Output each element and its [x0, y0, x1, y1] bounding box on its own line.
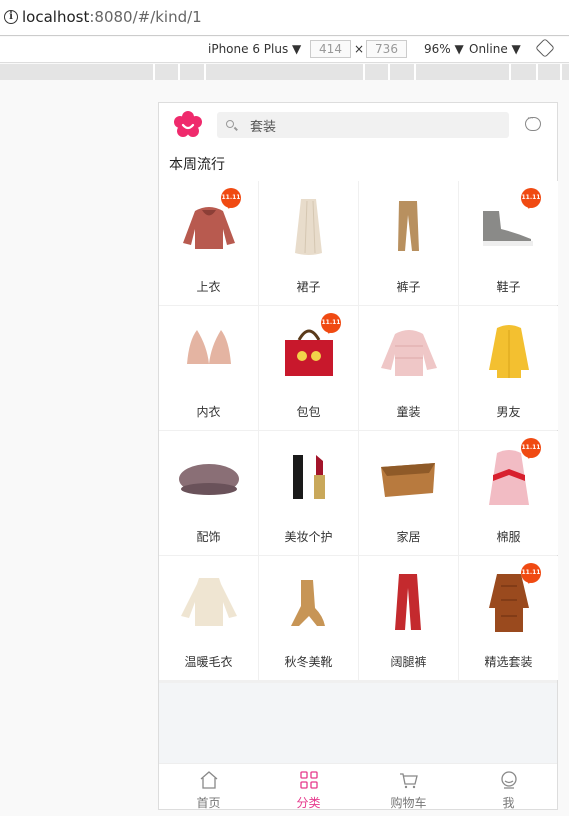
category-item[interactable]: 裙子 — [259, 181, 358, 305]
category-item[interactable]: 秋冬美靴 — [259, 556, 358, 680]
profile-icon — [501, 771, 517, 789]
home-icon — [200, 771, 218, 789]
category-label: 家居 — [396, 530, 421, 544]
bottom-tab-bar: 首页 分类 购物车 我 — [159, 763, 558, 810]
empty-area — [159, 683, 557, 763]
category-label: 阔腿裤 — [390, 655, 427, 669]
tab-cart[interactable]: 购物车 — [359, 764, 458, 810]
category-item[interactable]: 裤子 — [359, 181, 458, 305]
media-query-ruler[interactable] — [0, 64, 569, 80]
height-field[interactable]: 736 — [366, 40, 407, 58]
hoodie-image — [183, 207, 235, 249]
cart-icon — [400, 773, 418, 789]
tab-label: 分类 — [296, 796, 321, 810]
tab-profile[interactable]: 我 — [459, 764, 558, 810]
tab-label: 购物车 — [390, 796, 427, 810]
category-item[interactable]: 美妆个护 — [259, 431, 358, 555]
logo-icon[interactable] — [174, 111, 202, 139]
category-item[interactable]: 家居 — [359, 431, 458, 555]
promo-badge: 11.11 — [521, 438, 541, 459]
sweater-image — [181, 578, 237, 626]
category-item[interactable]: 11.11 鞋子 — [459, 181, 558, 305]
wide-leg-pants-image — [395, 574, 421, 630]
address-bar[interactable]: i localhost:8080/#/kind/1 — [0, 0, 569, 36]
times-sign: × — [354, 42, 365, 56]
category-item[interactable]: 11.11 包包 — [259, 306, 358, 430]
category-label: 内衣 — [196, 405, 221, 419]
promo-badge: 11.11 — [321, 313, 341, 334]
category-item[interactable]: 11.11 精选套装 — [459, 556, 558, 680]
section-title: 本周流行 — [169, 157, 225, 173]
network-select[interactable]: Online ▼ — [469, 42, 521, 56]
device-toolbar: iPhone 6 Plus ▼ 414 × 736 96% ▼ Online ▼ — [0, 37, 569, 63]
rotate-icon[interactable] — [535, 38, 555, 58]
basket-image — [381, 463, 435, 497]
tab-label: 首页 — [196, 796, 221, 810]
category-label: 鞋子 — [496, 280, 521, 294]
category-grid: 11.11 上衣 裙子 裤子 11.11 鞋子 内衣 11.11 包包 童装 男… — [159, 181, 558, 683]
device-select[interactable]: iPhone 6 Plus ▼ — [208, 42, 301, 56]
top-header: 套装 — [159, 103, 557, 147]
search-input[interactable]: 套装 — [217, 112, 509, 138]
category-label: 童装 — [396, 405, 421, 419]
tab-label: 我 — [502, 796, 515, 810]
message-icon[interactable] — [525, 114, 541, 131]
category-item[interactable]: 童装 — [359, 306, 458, 430]
category-label: 男友 — [496, 405, 521, 419]
category-item[interactable]: 11.11 上衣 — [159, 181, 258, 305]
promo-badge: 11.11 — [521, 188, 541, 209]
sneaker-image — [483, 211, 533, 246]
lipstick-image — [293, 455, 325, 499]
puffer-jacket-image — [381, 330, 437, 376]
handbag-image — [285, 329, 333, 376]
phone-viewport: 套装 本周流行 11.11 上衣 裙子 裤子 — [158, 102, 558, 810]
url-text[interactable]: localhost:8080/#/kind/1 — [22, 8, 202, 26]
search-icon — [226, 120, 234, 128]
width-field[interactable]: 414 — [310, 40, 351, 58]
promo-badge: 11.11 — [221, 188, 241, 209]
category-label: 美妆个护 — [284, 530, 333, 544]
category-item[interactable]: 男友 — [459, 306, 558, 430]
tab-home[interactable]: 首页 — [159, 764, 258, 810]
info-icon[interactable]: i — [4, 10, 18, 24]
category-item[interactable]: 内衣 — [159, 306, 258, 430]
category-label: 温暖毛衣 — [184, 655, 233, 669]
tab-category[interactable]: 分类 — [259, 764, 358, 810]
category-label: 上衣 — [196, 280, 221, 294]
category-item[interactable]: 阔腿裤 — [359, 556, 458, 680]
pants-image — [398, 201, 419, 251]
category-item[interactable]: 配饰 — [159, 431, 258, 555]
category-label: 裙子 — [296, 280, 321, 294]
boots-image — [291, 580, 325, 626]
bra-image — [187, 330, 231, 364]
skirt-image — [295, 199, 322, 255]
down-coat-image — [489, 450, 529, 505]
category-label: 棉服 — [496, 530, 521, 544]
category-label: 精选套装 — [484, 655, 533, 669]
category-icon — [300, 771, 318, 789]
suit-set-image — [489, 574, 529, 632]
category-label: 裤子 — [396, 280, 421, 294]
category-label: 配饰 — [196, 530, 221, 544]
zoom-select[interactable]: 96% ▼ — [424, 42, 464, 56]
category-item[interactable]: 11.11 棉服 — [459, 431, 558, 555]
category-label: 包包 — [296, 405, 321, 419]
category-item[interactable]: 温暖毛衣 — [159, 556, 258, 680]
raincoat-image — [489, 325, 529, 378]
category-label: 秋冬美靴 — [284, 655, 333, 669]
beret-image — [179, 464, 239, 495]
search-placeholder: 套装 — [250, 120, 277, 135]
promo-badge: 11.11 — [521, 563, 541, 584]
